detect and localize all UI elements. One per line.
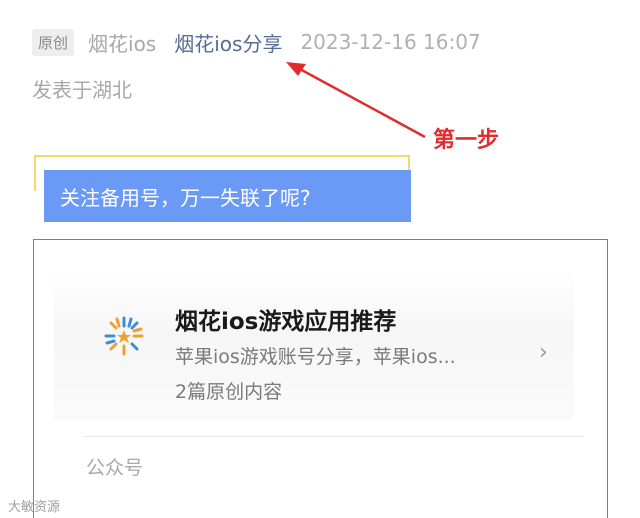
watermark: 大敏资源 xyxy=(8,500,61,515)
publish-time: 2023-12-16 16:07 xyxy=(300,30,481,54)
author-name: 烟花ios xyxy=(88,31,157,56)
account-card[interactable]: 烟花ios游戏应用推荐 苹果ios游戏账号分享，苹果ios... 2篇原创内容 … xyxy=(33,239,608,518)
account-name: 烟花ios游戏应用推荐 xyxy=(175,309,397,335)
article-count: 2篇原创内容 xyxy=(175,381,283,403)
publish-location: 发表于湖北 xyxy=(32,78,132,102)
card-footer-label: 公众号 xyxy=(86,457,144,479)
account-link[interactable]: 烟花ios分享 xyxy=(174,28,282,57)
account-description: 苹果ios游戏账号分享，苹果ios... xyxy=(175,346,456,368)
original-badge: 原创 xyxy=(32,28,75,56)
article-meta: 原创 烟花ios 烟花ios分享 2023-12-16 16:07 xyxy=(32,26,481,58)
firework-icon xyxy=(104,316,144,356)
chevron-right-icon[interactable]: › xyxy=(539,340,548,365)
follow-banner[interactable]: 关注备用号，万一失联了呢? xyxy=(44,170,411,222)
step-label: 第一步 xyxy=(433,128,500,153)
divider xyxy=(84,436,584,437)
